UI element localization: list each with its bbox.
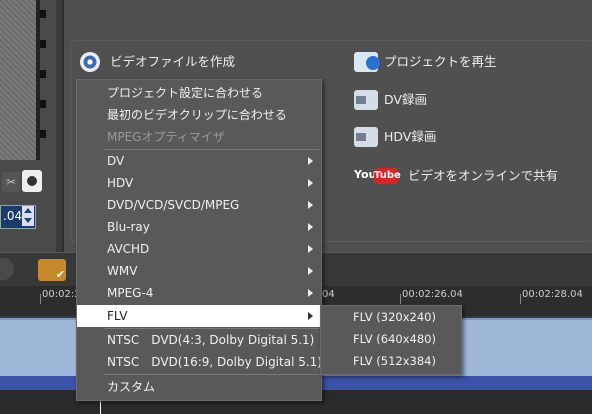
timecode-label: 04: [322, 289, 335, 300]
menu-item-label: DV: [107, 154, 125, 168]
submenu-arrow-icon: [308, 223, 313, 231]
play-icon: [354, 52, 380, 72]
menu-item-label: MPEGオプティマイザ: [107, 130, 225, 144]
menu-item-label: HDV: [107, 176, 134, 190]
menu-item-label: WMV: [107, 264, 138, 278]
menu-item-label: NTSC DVD(16:9, Dolby Digital 5.1): [107, 355, 322, 369]
menu-item-ntsc-dvd-4-3[interactable]: NTSC DVD(4:3, Dolby Digital 5.1): [77, 329, 321, 351]
menu-item-bluray[interactable]: Blu-ray: [77, 216, 321, 238]
dv-record-button[interactable]: DV録画: [354, 88, 554, 112]
dv-record-label: DV録画: [384, 92, 427, 107]
menu-item-label: NTSC DVD(4:3, Dolby Digital 5.1): [107, 333, 315, 347]
youtube-logo: You Tube: [354, 168, 401, 184]
spinner-arrows[interactable]: [22, 206, 34, 226]
menu-item-label: 最初のビデオクリップに合わせる: [107, 108, 287, 122]
timecode-label: 00:02:26.04: [402, 289, 463, 300]
film-hole: [40, 40, 46, 48]
youtube-logo-you: You: [354, 168, 377, 181]
create-video-menu: プロジェクト設定に合わせる 最初のビデオクリップに合わせる MPEGオプティマイ…: [76, 79, 322, 401]
menu-item-label: Blu-ray: [107, 220, 150, 234]
menu-item-label: AVCHD: [107, 242, 150, 256]
submenu-item-flv-512x384[interactable]: FLV (512x384): [321, 350, 461, 372]
create-video-file-button[interactable]: ビデオファイルを作成: [80, 50, 280, 74]
film-hole: [40, 70, 46, 78]
menu-item-dv[interactable]: DV: [77, 150, 321, 172]
submenu-arrow-icon: [308, 179, 313, 187]
menu-item-avchd[interactable]: AVCHD: [77, 238, 321, 260]
ruler-tick: [40, 294, 41, 304]
timecode-label: 00:02:2: [42, 289, 81, 300]
hdv-record-label: HDV録画: [384, 129, 437, 144]
menu-item-wmv[interactable]: WMV: [77, 260, 321, 282]
menu-item-label: プロジェクト設定に合わせる: [107, 86, 264, 100]
film-hole: [40, 100, 46, 108]
submenu-arrow-icon: [308, 245, 313, 253]
timecode-label: 00:02:28.04: [522, 289, 583, 300]
youtube-logo-tube: Tube: [374, 168, 401, 184]
submenu-arrow-icon: [308, 267, 313, 275]
menu-item-label: DVD/VCD/SVCD/MPEG: [107, 198, 240, 212]
menu-item-flv[interactable]: FLV: [77, 305, 321, 327]
submenu-item-flv-320x240[interactable]: FLV (320x240): [321, 306, 461, 328]
menu-item-dvd-vcd-svcd-mpeg[interactable]: DVD/VCD/SVCD/MPEG: [77, 194, 321, 216]
submenu-item-label: FLV (640x480): [353, 332, 436, 346]
camcorder-icon: [354, 127, 378, 147]
share-online-label: ビデオをオンラインで共有: [408, 168, 559, 183]
menu-item-label: MPEG-4: [107, 286, 154, 300]
menu-item-hdv[interactable]: HDV: [77, 172, 321, 194]
submenu-arrow-icon: [308, 201, 313, 209]
menu-separator: [103, 374, 319, 375]
submenu-item-label: FLV (512x384): [353, 354, 436, 368]
menu-item-label: カスタム: [107, 380, 156, 394]
menu-item-ntsc-dvd-16-9[interactable]: NTSC DVD(16:9, Dolby Digital 5.1): [77, 351, 322, 373]
preview-filmstrip: [0, 0, 40, 160]
menu-item-custom[interactable]: カスタム: [77, 376, 321, 398]
smart-render-icon[interactable]: [38, 259, 66, 281]
film-hole: [40, 10, 46, 18]
play-project-button[interactable]: プロジェクトを再生: [354, 50, 554, 74]
play-project-label: プロジェクトを再生: [384, 54, 497, 69]
flv-submenu: FLV (320x240) FLV (640x480) FLV (512x384…: [320, 305, 462, 375]
submenu-arrow-icon: [308, 157, 313, 165]
menu-item-match-project[interactable]: プロジェクト設定に合わせる: [77, 82, 321, 104]
submenu-arrow-icon: [308, 289, 313, 297]
menu-item-mpeg-optimizer: MPEGオプティマイザ: [77, 126, 321, 148]
frame-spinner-value: .04: [3, 209, 23, 223]
film-reel-icon: [80, 52, 100, 72]
menu-item-match-first-clip[interactable]: 最初のビデオクリップに合わせる: [77, 104, 321, 126]
scissors-icon[interactable]: ✂: [2, 172, 20, 192]
submenu-item-label: FLV (320x240): [353, 310, 436, 324]
ruler-tick: [520, 294, 521, 304]
submenu-item-flv-640x480[interactable]: FLV (640x480): [321, 328, 461, 350]
submenu-arrow-icon: [308, 312, 313, 320]
camcorder-icon: [354, 90, 378, 110]
menu-item-mpeg4[interactable]: MPEG-4: [77, 282, 321, 304]
record-icon[interactable]: [22, 170, 42, 192]
ruler-tick: [400, 294, 401, 304]
hdv-record-button[interactable]: HDV録画: [354, 125, 554, 149]
create-video-file-label: ビデオファイルを作成: [110, 54, 236, 69]
menu-item-label: FLV: [107, 309, 128, 323]
film-hole: [40, 130, 46, 138]
share-online-button[interactable]: You Tube ビデオをオンラインで共有: [354, 164, 586, 188]
